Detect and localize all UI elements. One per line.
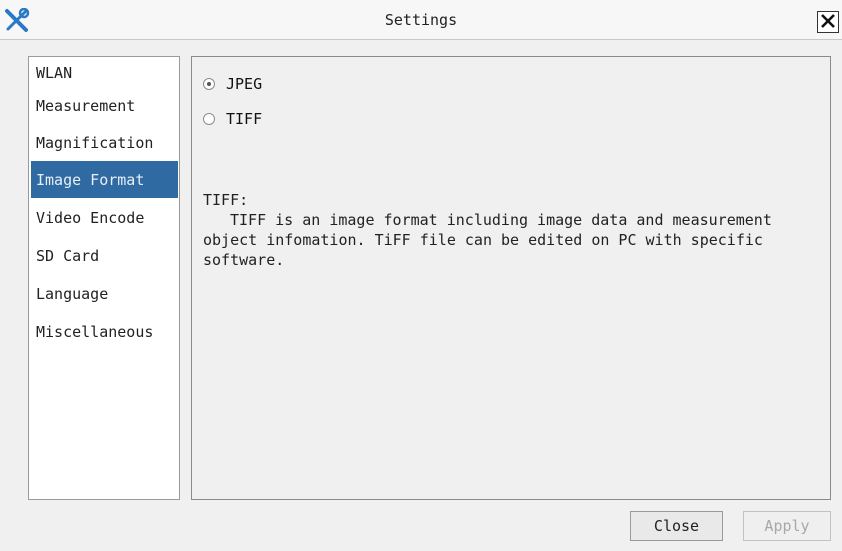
window-title: Settings (384, 11, 458, 29)
title-bar: Settings (0, 0, 842, 40)
sidebar-item-wlan[interactable]: WLAN (31, 58, 178, 87)
description-text: TIFF is an image format including image … (203, 211, 772, 269)
settings-sidebar: WLAN Measurement Magnification Image For… (28, 56, 180, 500)
radio-tiff[interactable]: TIFF (203, 110, 262, 128)
apply-button[interactable]: Apply (743, 511, 831, 541)
description-title: TIFF: (203, 191, 249, 209)
sidebar-item-language[interactable]: Language (31, 275, 178, 312)
radio-button-checked[interactable] (203, 78, 215, 90)
radio-tiff-label: TIFF (226, 110, 263, 128)
sidebar-item-image-format[interactable]: Image Format (31, 161, 178, 198)
close-icon (821, 13, 835, 32)
radio-button[interactable] (203, 113, 215, 125)
radio-jpeg-label: JPEG (226, 75, 263, 93)
sidebar-item-measurement[interactable]: Measurement (31, 87, 178, 124)
radio-jpeg[interactable]: JPEG (203, 75, 262, 93)
close-button[interactable]: Close (630, 511, 723, 541)
format-description: TIFF: TIFF is an image format including … (203, 190, 823, 270)
sidebar-item-miscellaneous[interactable]: Miscellaneous (31, 313, 178, 350)
sidebar-item-sd-card[interactable]: SD Card (31, 237, 178, 274)
sidebar-item-magnification[interactable]: Magnification (31, 124, 178, 161)
settings-panel: JPEG TIFF TIFF: TIFF is an image format … (191, 56, 831, 500)
window-close-button[interactable] (817, 11, 839, 33)
sidebar-item-video-encode[interactable]: Video Encode (31, 199, 178, 236)
